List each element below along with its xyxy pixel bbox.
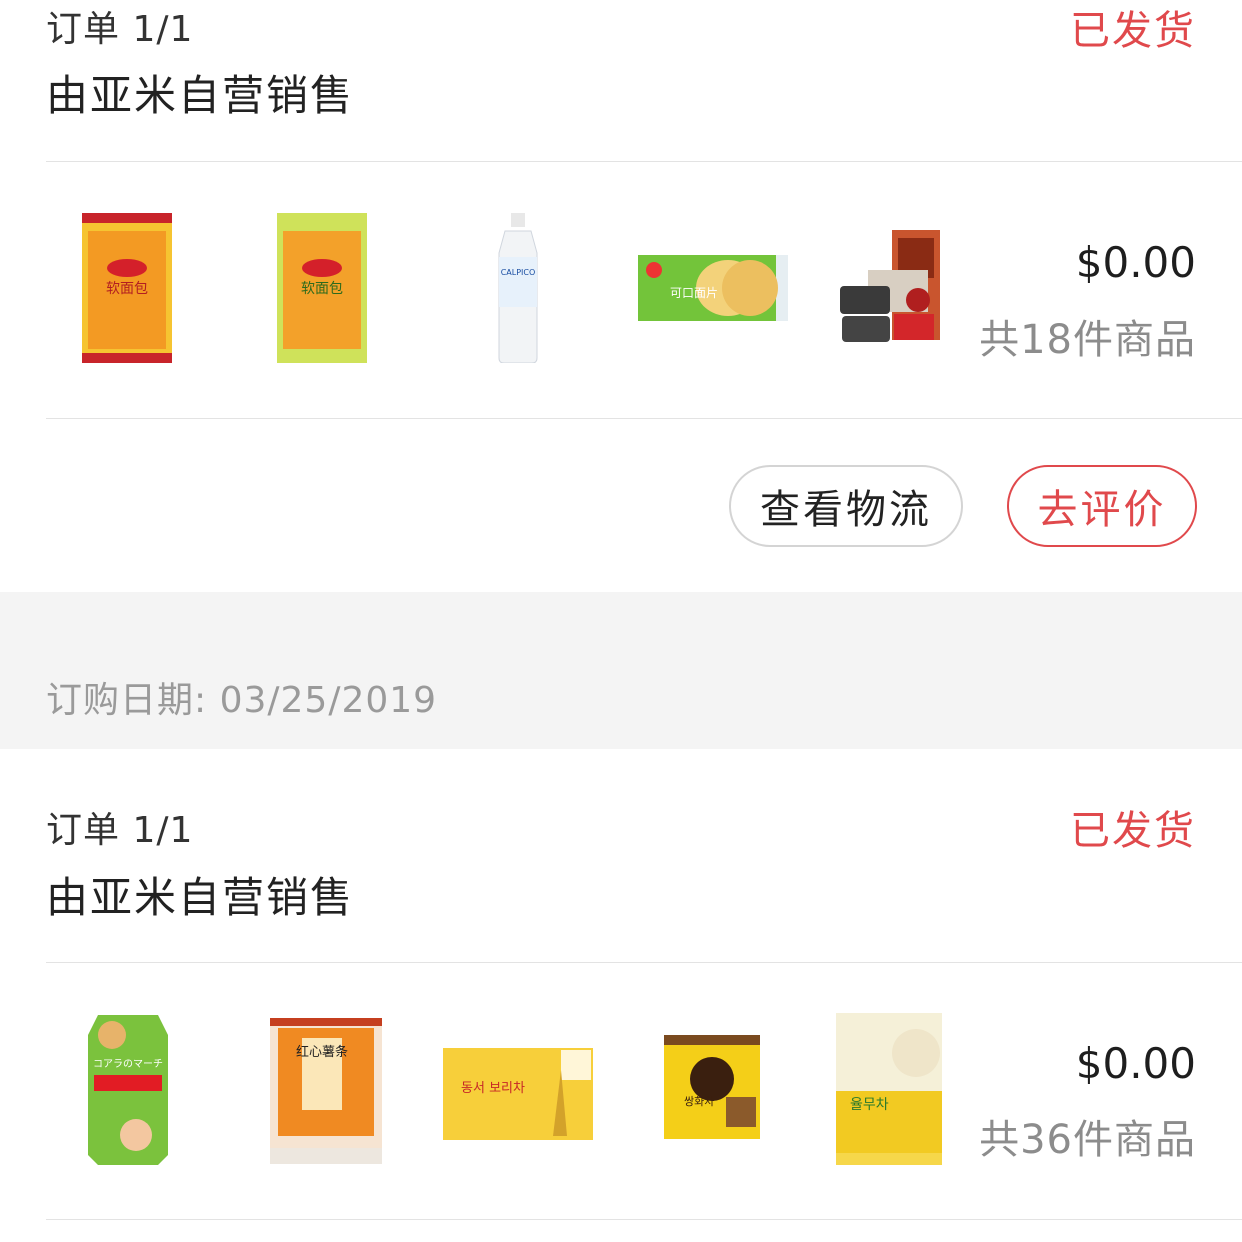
order-date: 订购日期: 03/25/2019 bbox=[46, 680, 438, 721]
divider bbox=[46, 161, 1242, 162]
seller-name: 由亚米自营销售 bbox=[46, 71, 355, 120]
seller-name: 由亚米自营销售 bbox=[46, 873, 355, 922]
product-thumb[interactable]: コアラのマーチ bbox=[88, 1015, 168, 1165]
product-thumb[interactable]: 软面包 bbox=[82, 213, 172, 363]
order-price: $0.00 bbox=[1075, 1039, 1196, 1088]
thumb-text: コアラのマーチ bbox=[93, 1058, 163, 1070]
divider bbox=[46, 1219, 1242, 1220]
product-thumb[interactable]: 율무차 bbox=[836, 1013, 942, 1165]
product-thumb[interactable]: CALPICO bbox=[495, 213, 541, 364]
product-thumb[interactable] bbox=[838, 230, 942, 348]
product-thumb[interactable]: 红心薯条 bbox=[270, 1018, 382, 1164]
order-status: 已发货 bbox=[1070, 808, 1196, 854]
divider bbox=[46, 418, 1242, 419]
item-count: 共18件商品 bbox=[979, 317, 1196, 363]
thumb-text: 율무차 bbox=[850, 1097, 889, 1113]
product-thumb[interactable]: 可口面片 bbox=[638, 255, 788, 321]
thumb-text: 동서 보리차 bbox=[461, 1081, 525, 1096]
order-status: 已发货 bbox=[1070, 8, 1196, 54]
product-thumb[interactable]: 동서 보리차 bbox=[443, 1040, 593, 1140]
thumb-text: 软面包 bbox=[106, 281, 148, 297]
thumb-text: 红心薯条 bbox=[296, 1044, 348, 1060]
order-label: 订单 1/1 bbox=[46, 9, 194, 50]
thumb-text: 可口面片 bbox=[670, 286, 718, 300]
item-count: 共36件商品 bbox=[979, 1117, 1196, 1163]
view-logistics-button[interactable]: 查看物流 bbox=[729, 465, 963, 547]
order-label: 订单 1/1 bbox=[46, 810, 194, 851]
review-button[interactable]: 去评价 bbox=[1007, 465, 1197, 547]
thumb-text: CALPICO bbox=[501, 268, 536, 277]
order-price: $0.00 bbox=[1075, 238, 1196, 287]
product-thumb[interactable]: 软面包 bbox=[277, 213, 367, 363]
thumb-text: 쌍화차 bbox=[684, 1095, 714, 1108]
product-thumb[interactable]: 쌍화차 bbox=[664, 1035, 760, 1139]
thumb-text: 软面包 bbox=[301, 281, 343, 297]
divider bbox=[46, 962, 1242, 963]
